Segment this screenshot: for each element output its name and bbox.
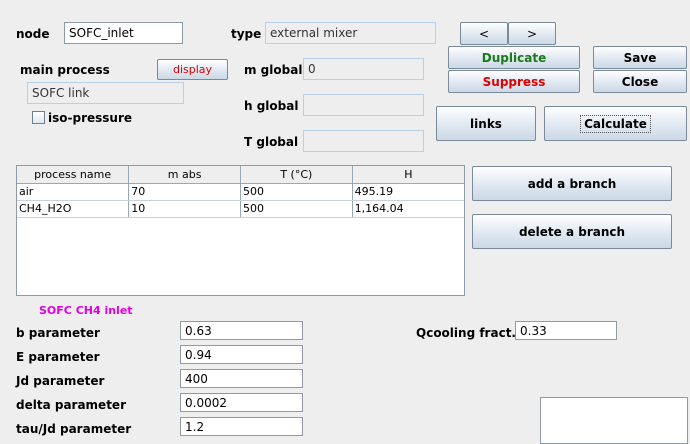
display-button[interactable]: display [157,59,228,80]
qcooling-field[interactable] [515,321,617,340]
node-name-field[interactable] [64,22,183,44]
table-cell[interactable]: CH4_H2O [17,200,130,218]
next-button[interactable]: > [508,22,556,45]
table-cell[interactable]: air [17,183,130,201]
jd-parameter-field[interactable] [180,369,303,388]
m-global-label: m global [244,63,303,77]
calculate-label: Calculate [580,114,651,133]
type-label: type [231,27,262,41]
col-header-h[interactable]: H [351,166,464,184]
section-title: SOFC CH4 inlet [39,304,133,317]
tau-jd-parameter-label: tau/Jd parameter [16,422,132,436]
add-branch-button[interactable]: add a branch [472,166,672,201]
table-cell[interactable]: 70 [128,183,241,201]
node-label: node [16,27,50,41]
delta-parameter-field[interactable] [180,393,303,412]
table-row[interactable]: air 70 500 495.19 [17,183,464,201]
table-header-row: process name m abs T (°C) H [17,166,464,184]
links-button[interactable]: links [436,106,536,141]
t-global-field [303,130,424,152]
m-global-field: 0 [303,58,424,80]
calculate-button[interactable]: Calculate [544,106,687,141]
iso-pressure-checkbox[interactable] [32,111,45,124]
b-parameter-label: b parameter [16,326,100,340]
jd-parameter-label: Jd parameter [16,374,105,388]
table-cell[interactable]: 10 [128,200,241,218]
table-row[interactable]: CH4_H2O 10 500 1,164.04 [17,200,464,218]
main-process-label: main process [20,63,110,77]
delta-parameter-label: delta parameter [16,398,126,412]
type-field: external mixer [265,22,436,44]
b-parameter-field[interactable] [180,321,303,340]
suppress-button[interactable]: Suppress [448,70,580,93]
col-header-process-name[interactable]: process name [17,166,130,184]
message-box [540,397,688,444]
h-global-field [303,94,424,116]
duplicate-button[interactable]: Duplicate [448,46,580,69]
delete-branch-button[interactable]: delete a branch [472,214,672,249]
table-cell[interactable]: 495.19 [352,183,464,201]
h-global-label: h global [244,99,299,113]
table-cell[interactable]: 500 [240,200,353,218]
col-header-m-abs[interactable]: m abs [128,166,241,184]
e-parameter-field[interactable] [180,345,303,364]
col-header-t[interactable]: T (°C) [239,166,353,184]
e-parameter-label: E parameter [16,350,100,364]
iso-pressure-label: iso-pressure [48,111,133,125]
main-process-field: SOFC link [27,82,184,104]
tau-jd-parameter-field[interactable] [180,417,303,436]
qcooling-label: Qcooling fract. [416,326,516,340]
t-global-label: T global [244,135,299,149]
table-cell[interactable]: 1,164.04 [352,200,464,218]
table-cell[interactable]: 500 [240,183,353,201]
prev-button[interactable]: < [460,22,508,45]
close-button[interactable]: Close [593,70,687,93]
branch-table[interactable]: process name m abs T (°C) H air 70 500 4… [16,165,465,296]
save-button[interactable]: Save [593,46,687,69]
